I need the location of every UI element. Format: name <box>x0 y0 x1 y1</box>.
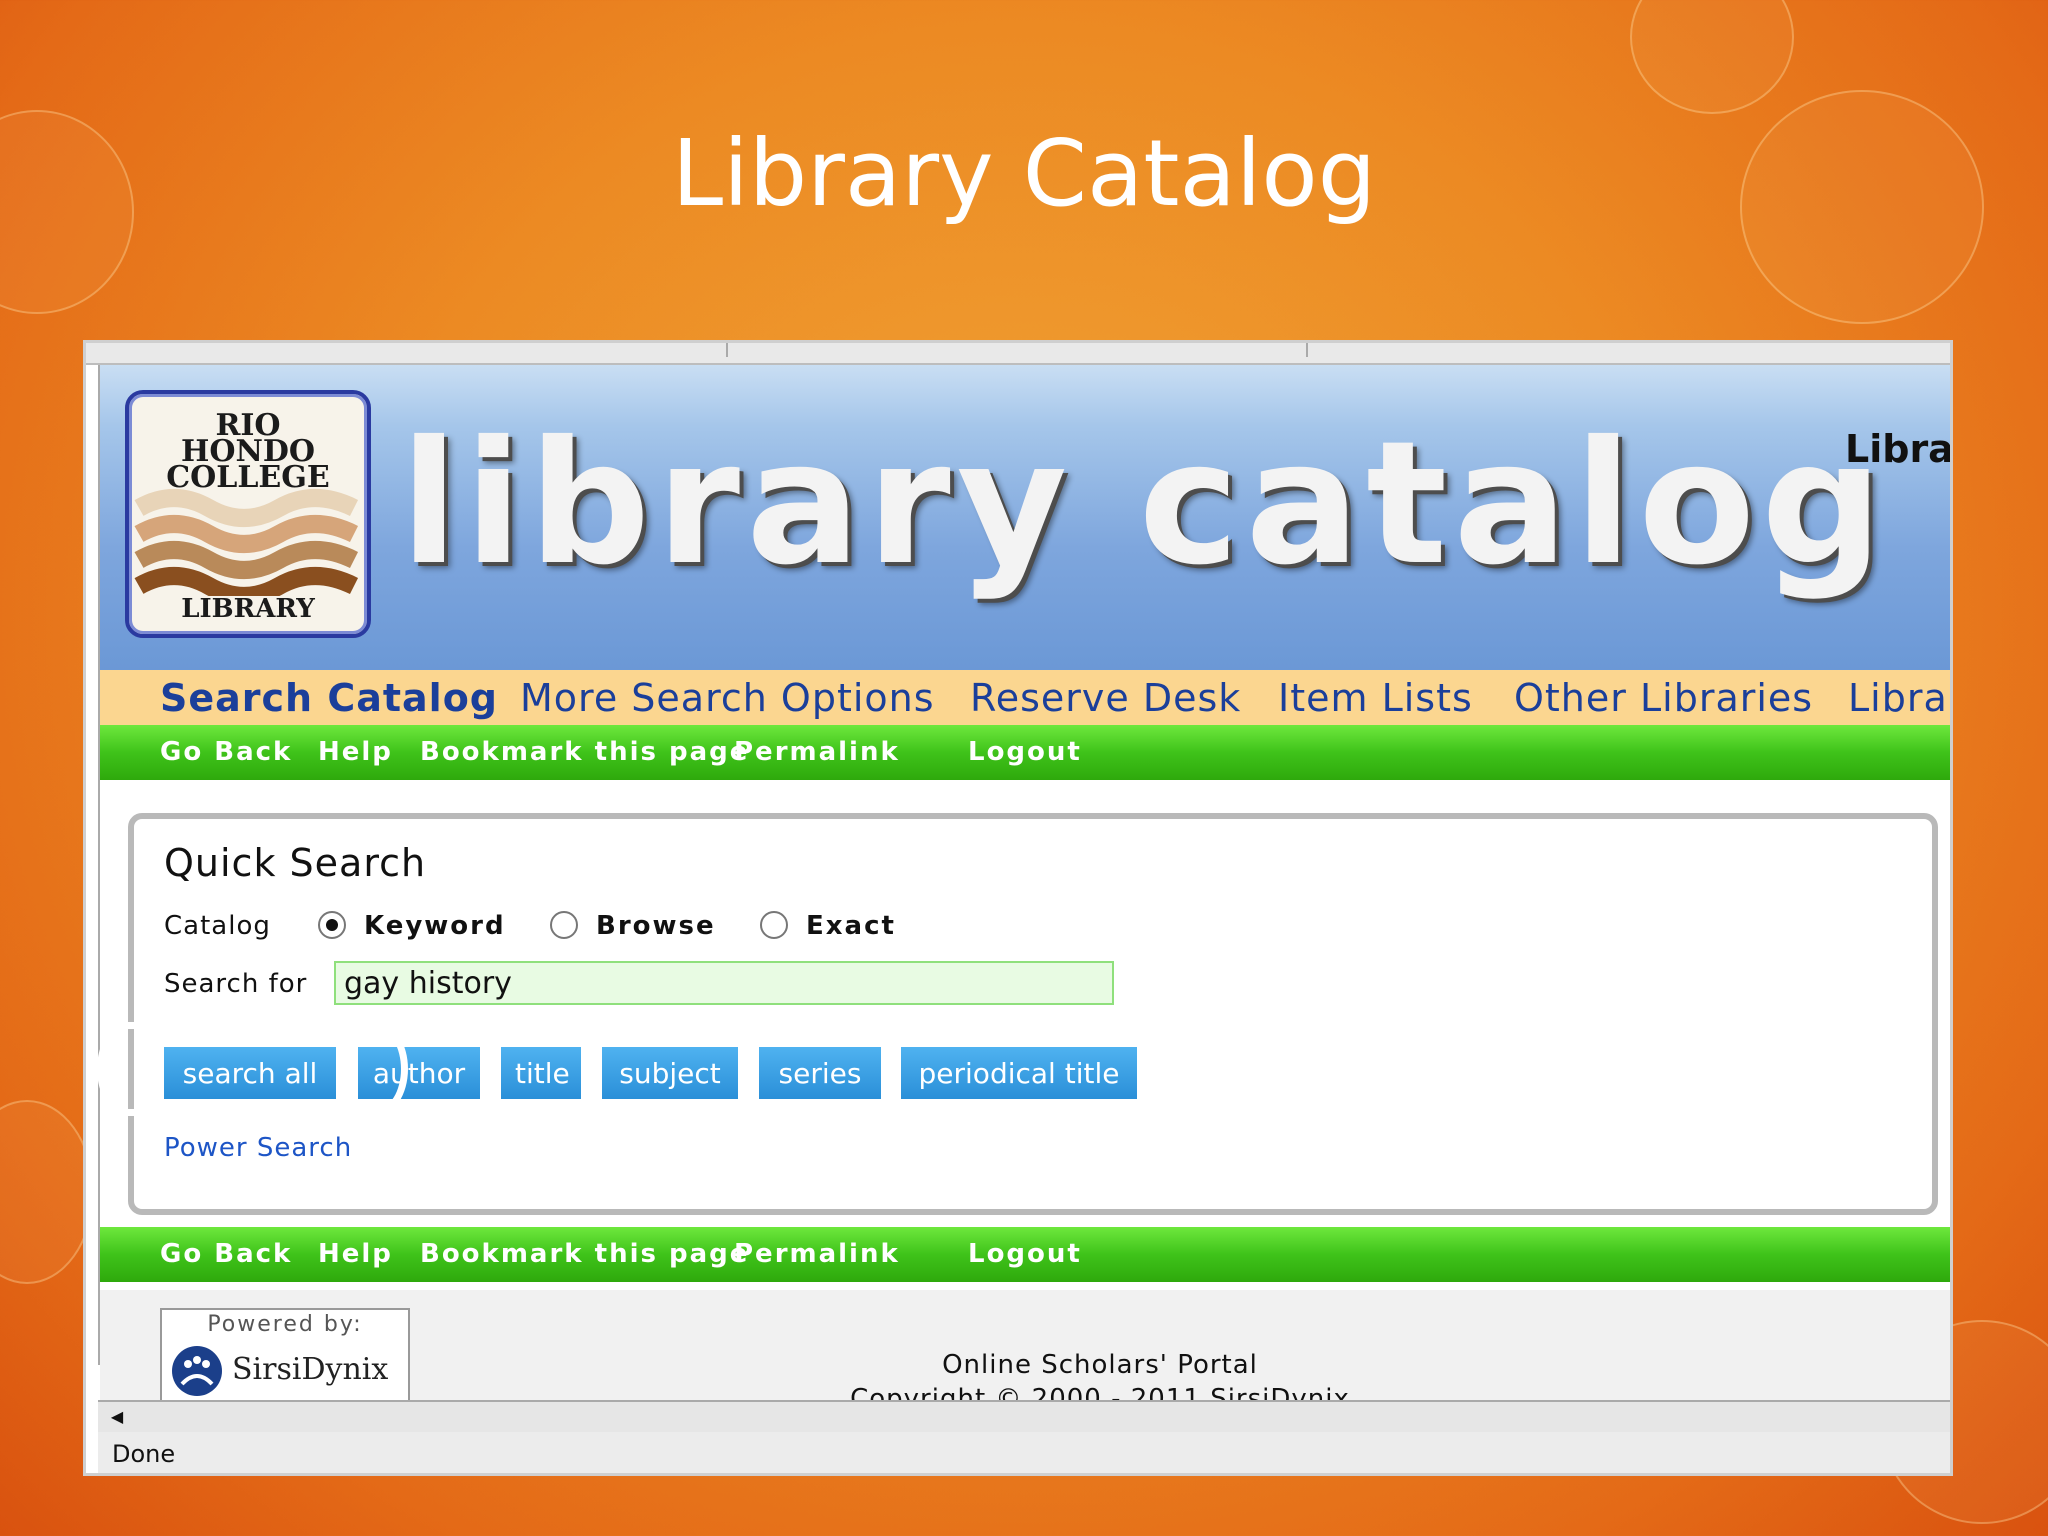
exact-radio[interactable] <box>760 911 788 939</box>
keyword-label[interactable]: Keyword <box>364 911 506 941</box>
help-link[interactable]: Help <box>318 1239 393 1269</box>
browser-screenshot: RIO HONDO COLLEGE LIBRARY library catalo… <box>83 340 1953 1476</box>
browser-tab[interactable] <box>726 343 1308 357</box>
help-link[interactable]: Help <box>318 737 393 767</box>
browse-radio[interactable] <box>550 911 578 939</box>
bookmark-link[interactable]: Bookmark this page <box>420 737 749 767</box>
go-back-link[interactable]: Go Back <box>160 737 292 767</box>
copyright-text: Copyright © 2000 - 2011 SirsiDynix <box>850 1384 1350 1400</box>
portal-name: Online Scholars' Portal <box>942 1350 1258 1380</box>
bookmark-link[interactable]: Bookmark this page <box>420 1239 749 1269</box>
vendor-name: SirsiDynix <box>232 1352 389 1387</box>
college-logo[interactable]: RIO HONDO COLLEGE LIBRARY <box>125 390 371 638</box>
browser-tab-strip <box>86 343 1950 365</box>
highlight-annotation <box>345 1022 408 1116</box>
permalink-link[interactable]: Permalink <box>734 1239 900 1269</box>
utility-bar-top: Go Back Help Bookmark this page Permalin… <box>100 725 1950 780</box>
subject-button[interactable]: subject <box>602 1047 738 1099</box>
logo-line: LIBRARY <box>181 594 315 624</box>
sirsidynix-logo-icon <box>172 1346 222 1396</box>
go-back-link[interactable]: Go Back <box>160 1239 292 1269</box>
sirsidynix-badge[interactable]: Powered by: SirsiDynix <box>160 1308 410 1404</box>
banner-right-text: Libra <box>1845 427 1953 471</box>
catalog-page: RIO HONDO COLLEGE LIBRARY library catalo… <box>98 365 1953 1404</box>
powered-by-label: Powered by: <box>207 1312 363 1337</box>
search-input[interactable] <box>334 961 1114 1005</box>
top-navigation: Search Catalog More Search Options Reser… <box>100 670 1950 725</box>
logout-link[interactable]: Logout <box>968 737 1082 767</box>
page-footer: Powered by: SirsiDynix Online Scholars' … <box>100 1290 1950 1404</box>
highlight-annotation <box>97 1022 160 1116</box>
waves-icon <box>134 489 359 596</box>
slide-title: Library Catalog <box>671 120 1377 227</box>
nav-more-search-options[interactable]: More Search Options <box>520 676 935 720</box>
nav-other-libraries[interactable]: Other Libraries <box>1514 676 1813 720</box>
search-all-button[interactable]: search all <box>164 1047 336 1099</box>
nav-library[interactable]: Libra <box>1848 676 1948 720</box>
nav-search-catalog[interactable]: Search Catalog <box>160 676 498 720</box>
horizontal-scrollbar[interactable]: ◀ <box>98 1400 1950 1434</box>
keyword-radio[interactable] <box>318 911 346 939</box>
periodical-title-button[interactable]: periodical title <box>901 1047 1137 1099</box>
utility-bar-bottom: Go Back Help Bookmark this page Permalin… <box>100 1227 1950 1282</box>
title-button[interactable]: title <box>501 1047 581 1099</box>
search-for-label: Search for <box>164 969 308 999</box>
background-bubble <box>1630 0 1794 114</box>
browse-label[interactable]: Browse <box>596 911 716 941</box>
permalink-link[interactable]: Permalink <box>734 737 900 767</box>
banner-title: library catalog <box>400 405 1889 603</box>
power-search-link[interactable]: Power Search <box>164 1133 352 1163</box>
nav-reserve-desk[interactable]: Reserve Desk <box>970 676 1241 720</box>
header-banner: RIO HONDO COLLEGE LIBRARY library catalo… <box>100 365 1953 670</box>
background-bubble <box>0 1100 94 1284</box>
scroll-left-arrow-icon[interactable]: ◀ <box>104 1406 130 1428</box>
exact-label[interactable]: Exact <box>806 911 896 941</box>
status-text: Done <box>112 1440 176 1468</box>
catalog-label: Catalog <box>164 911 271 941</box>
browser-tab[interactable] <box>86 343 728 357</box>
logout-link[interactable]: Logout <box>968 1239 1082 1269</box>
nav-item-lists[interactable]: Item Lists <box>1278 676 1473 720</box>
quick-search-title: Quick Search <box>164 841 427 885</box>
quick-search-panel: Quick Search Catalog Keyword Browse Exac… <box>128 813 1938 1215</box>
series-button[interactable]: series <box>759 1047 881 1099</box>
status-bar: Done <box>98 1432 1950 1473</box>
